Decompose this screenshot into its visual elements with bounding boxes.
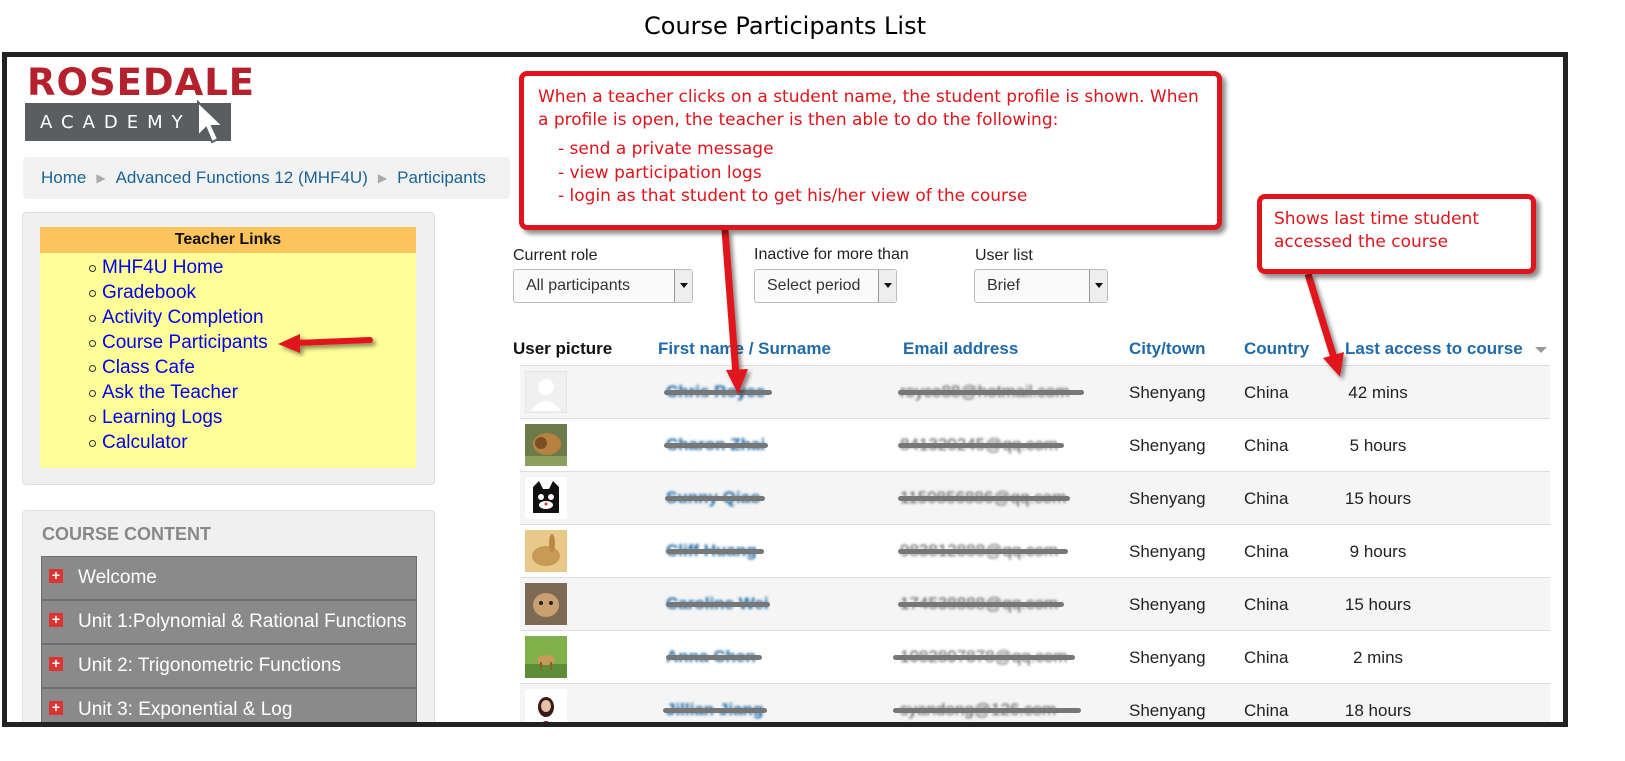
callout-profile-bullets: - send a private message - view particip… bbox=[558, 138, 1203, 209]
screenshot-frame: ROSEDALE ACADEMY Home ▶ Advanced Functio… bbox=[2, 52, 1568, 727]
arrow-to-last-access-icon bbox=[1304, 272, 1344, 377]
callout-profile-text: When a teacher clicks on a student name,… bbox=[538, 87, 1199, 130]
arrow-to-course-participants-icon bbox=[278, 334, 373, 353]
callout-last-access-text: Shows last time student accessed the cou… bbox=[1274, 209, 1479, 252]
callout-student-profile: When a teacher clicks on a student name,… bbox=[519, 71, 1222, 230]
callout-last-access: Shows last time student accessed the cou… bbox=[1257, 194, 1536, 274]
callout-bullet: - send a private message bbox=[558, 139, 774, 159]
callout-bullet: - view participation logs bbox=[558, 162, 762, 183]
callout-bullet: - login as that student to get his/her v… bbox=[558, 186, 1028, 206]
arrow-to-student-name-icon bbox=[721, 229, 748, 394]
document-title: Course Participants List bbox=[644, 12, 926, 40]
